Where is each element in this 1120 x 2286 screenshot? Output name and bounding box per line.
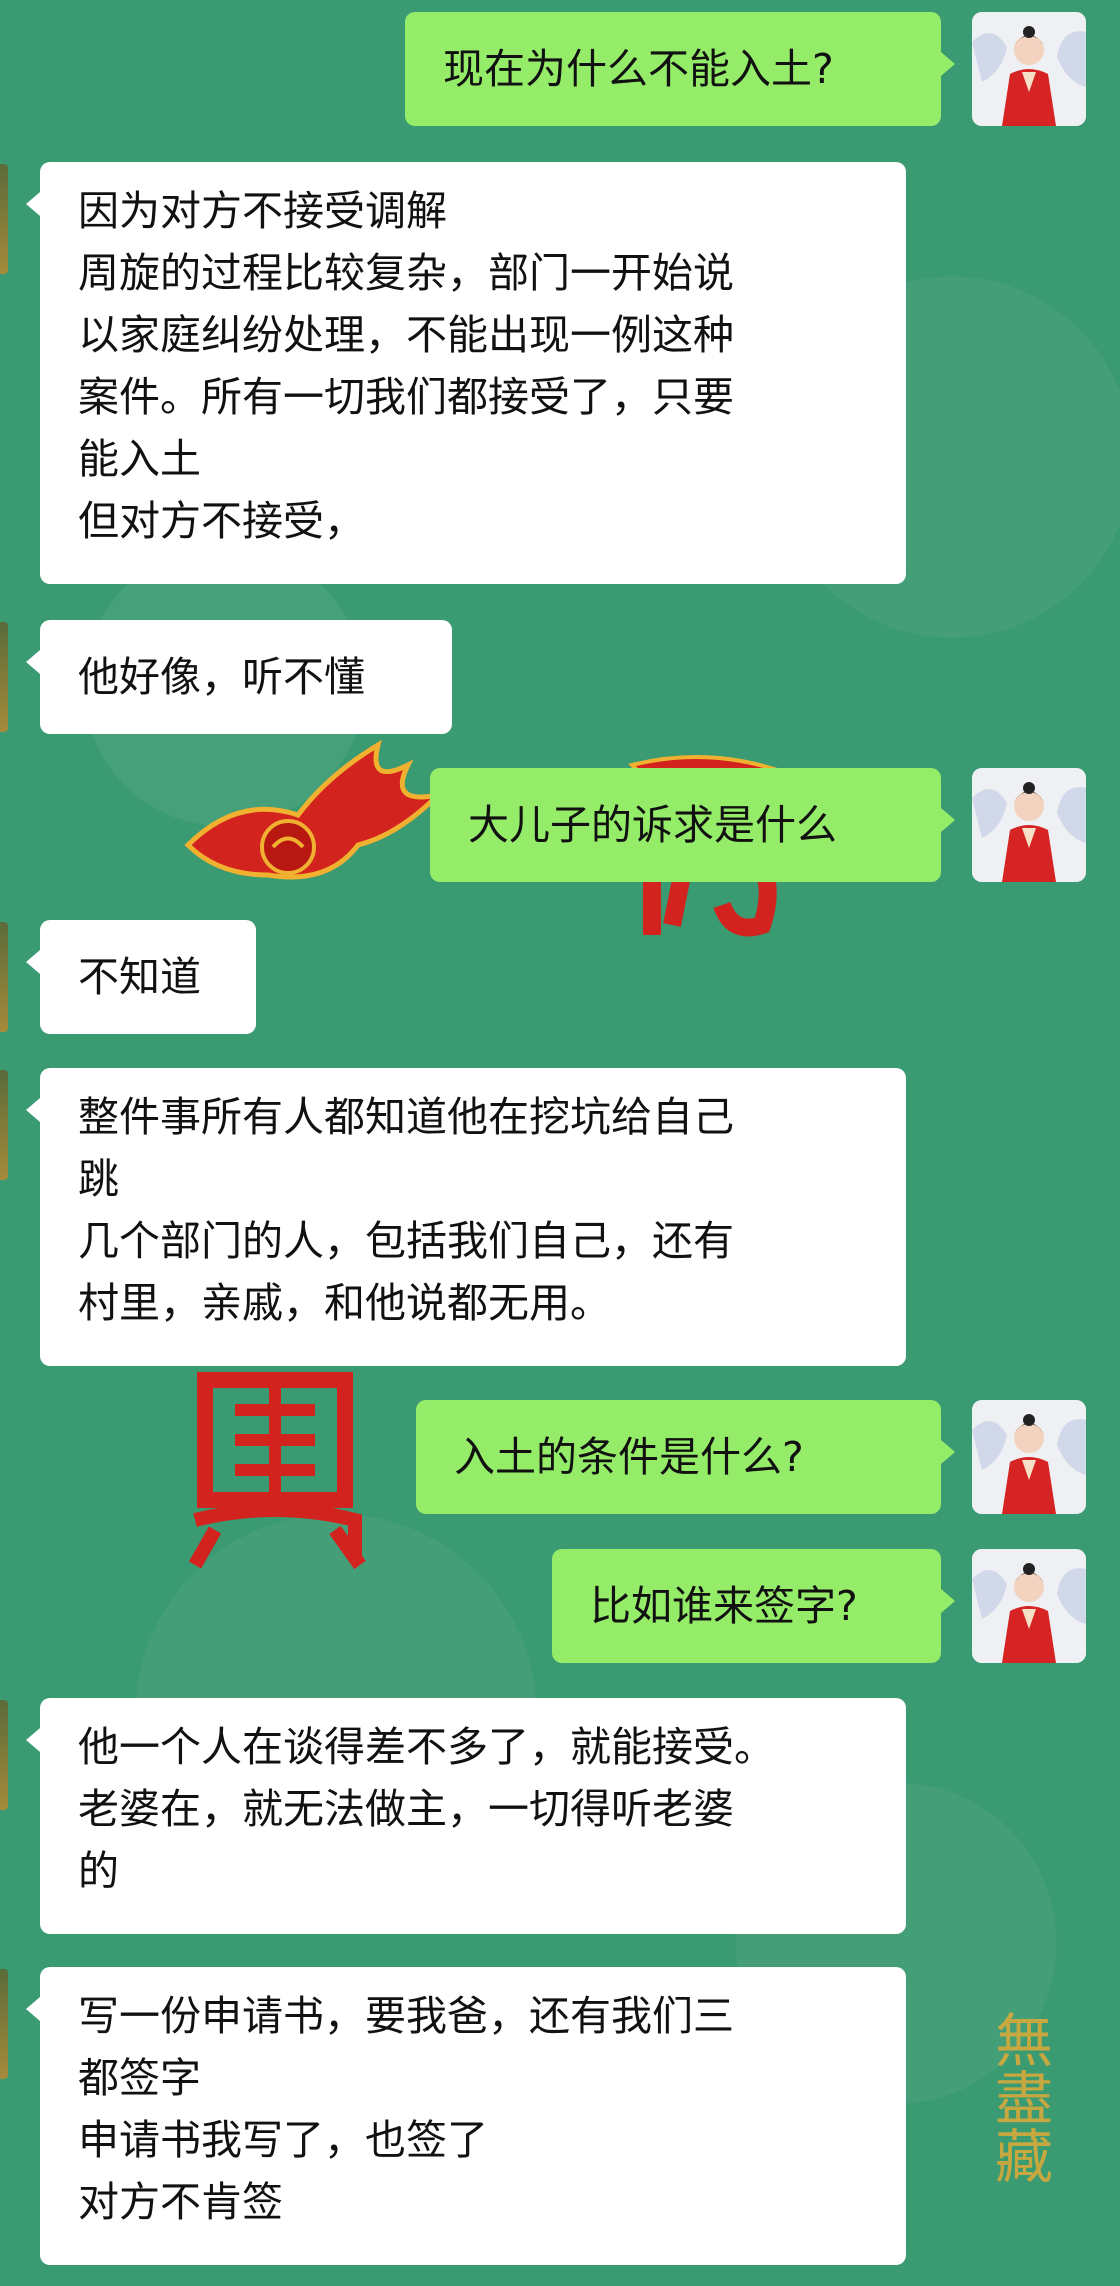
incoming-message-bubble[interactable]: 写一份申请书，要我爸，还有我们三 都签字 申请书我写了，也签了 对方不肯签 xyxy=(26,1967,906,2265)
sender-avatar[interactable] xyxy=(972,1400,1086,1514)
outgoing-message-bubble[interactable]: 入土的条件是什么? xyxy=(416,1400,955,1514)
contact-avatar[interactable] xyxy=(0,1969,8,2079)
incoming-message-bubble[interactable]: 因为对方不接受调解 周旋的过程比较复杂，部门一开始说 以家庭纠纷处理，不能出现一… xyxy=(26,162,906,584)
incoming-message-bubble[interactable]: 他一个人在谈得差不多了，就能接受。 老婆在，就无法做主，一切得听老婆 的 xyxy=(26,1698,906,1934)
incoming-message-bubble[interactable]: 他好像，听不懂 xyxy=(26,620,452,734)
sender-avatar[interactable] xyxy=(972,12,1086,126)
contact-avatar[interactable] xyxy=(0,1700,8,1810)
outgoing-message-bubble[interactable]: 大儿子的诉求是什么 xyxy=(430,768,955,882)
outgoing-message-bubble[interactable]: 现在为什么不能入土? xyxy=(405,12,955,126)
sender-avatar[interactable] xyxy=(972,768,1086,882)
incoming-message-bubble[interactable]: 不知道 xyxy=(26,920,256,1034)
contact-avatar[interactable] xyxy=(0,622,8,732)
wallpaper-gold-calligraphy: 無盡藏 xyxy=(985,2010,1053,2184)
contact-avatar[interactable] xyxy=(0,922,8,1032)
sender-avatar[interactable] xyxy=(972,1549,1086,1663)
contact-avatar[interactable] xyxy=(0,1070,8,1180)
outgoing-message-bubble[interactable]: 比如谁来签字? xyxy=(552,1549,955,1663)
incoming-message-bubble[interactable]: 整件事所有人都知道他在挖坑给自己 跳 几个部门的人，包括我们自己，还有 村里，亲… xyxy=(26,1068,906,1366)
contact-avatar[interactable] xyxy=(0,164,8,274)
wallpaper-phoenix-emblem xyxy=(184,739,446,880)
wallpaper-red-seal-glyph xyxy=(188,1372,366,1570)
